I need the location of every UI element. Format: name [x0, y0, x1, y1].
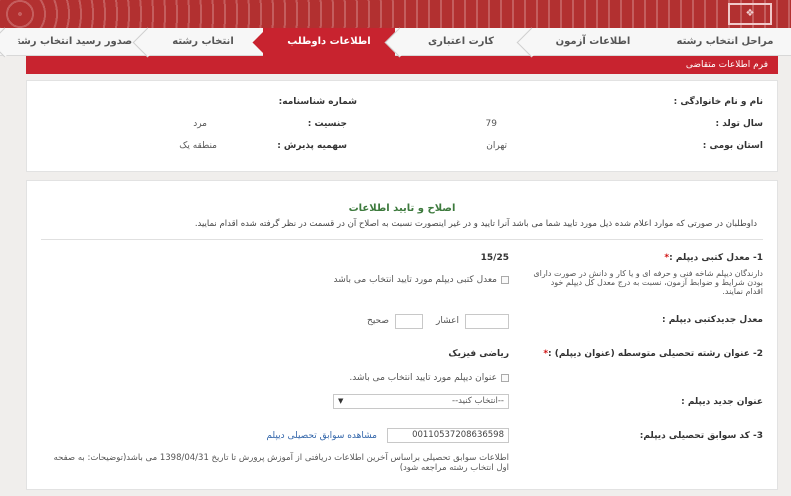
confirm-panel: اصلاح و تایید اطلاعات داوطلبان در صورتی … — [26, 180, 778, 490]
gender-value: مرد — [193, 119, 207, 129]
chevron-down-icon: ▼ — [338, 397, 344, 405]
province-label: استان بومی : — [702, 141, 763, 151]
q2-value: ریاضی فیزیک — [448, 349, 509, 359]
q3-label: 3- کد سوابق تحصیلی دیپلم: — [639, 431, 763, 441]
step-receipt[interactable]: صدور رسید انتخاب رشته — [0, 28, 143, 56]
integer-input[interactable] — [395, 314, 423, 329]
birth-year-label: سال تولد : — [715, 119, 763, 129]
gender-label: جنسیت : — [307, 119, 347, 129]
q2-label: 2- عنوان رشته تحصیلی متوسطه (عنوان دیپلم… — [543, 349, 763, 359]
q2-checkbox[interactable] — [501, 373, 509, 382]
steps-bar: مراحل انتخاب رشته اطلاعات آزمون کارت اعت… — [0, 28, 791, 56]
cert-number-label: شماره شناسنامه: — [278, 97, 357, 107]
q1-new-label: معدل جدیدکتبی دیپلم : — [661, 315, 763, 325]
diploma-title-select[interactable]: --انتخاب کنید-- ▼ — [333, 394, 509, 409]
quota-value: منطقه یک — [179, 141, 217, 151]
province-value: تهران — [486, 141, 507, 151]
q1-description: دارندگان دیپلم شاخه فنی و حرفه ای و یا ک… — [533, 269, 763, 296]
name-label: نام و نام خانوادگی : — [673, 97, 763, 107]
q1-checkbox-row[interactable]: معدل کتبی دیپلم مورد تایید انتخاب می باش… — [334, 275, 509, 285]
logo-icon: ❖ — [728, 3, 772, 25]
confirm-title: اصلاح و تایید اطلاعات — [348, 203, 456, 214]
form-title-bar: فرم اطلاعات متقاضی — [26, 56, 778, 74]
integer-label: صحیح — [367, 316, 389, 326]
step-applicant-info[interactable]: اطلاعات داوطلب — [263, 28, 395, 56]
banner-pattern — [0, 0, 791, 28]
birth-year-value: 79 — [485, 119, 497, 129]
decimal-input[interactable] — [465, 314, 509, 329]
q1-label: 1- معدل کتبی دیپلم :* — [664, 253, 763, 263]
records-code-field: 00110537208636598 — [387, 428, 509, 443]
step-credit-card[interactable]: کارت اعتباری — [395, 28, 527, 56]
q1-checkbox[interactable] — [501, 275, 509, 284]
confirm-note: داوطلبان در صورتی که موارد اعلام شده ذیل… — [194, 219, 757, 229]
q1-value: 15/25 — [480, 253, 509, 263]
step-exam-info[interactable]: اطلاعات آزمون — [527, 28, 659, 56]
records-note: اطلاعات سوابق تحصیلی براساس آخرین اطلاعا… — [53, 453, 509, 473]
applicant-info-panel: نام و نام خانوادگی : شماره شناسنامه: سال… — [26, 80, 778, 172]
q2-checkbox-row[interactable]: عنوان دیپلم مورد تایید انتخاب می باشد. — [349, 373, 509, 383]
q2-new-label: عنوان جدید دیپلم : — [681, 397, 763, 407]
step-field-selection[interactable]: انتخاب رشته — [143, 28, 263, 56]
decimal-label: اعشار — [436, 316, 459, 326]
divider — [41, 239, 763, 240]
quota-label: سهمیه پذیرش : — [277, 141, 347, 151]
select-value: --انتخاب کنید-- — [452, 396, 504, 406]
view-records-link[interactable]: مشاهده سوابق تحصیلی دیپلم — [266, 431, 377, 441]
step-selection-stages[interactable]: مراحل انتخاب رشته — [659, 28, 791, 56]
header-banner: ❖ — [0, 0, 791, 28]
